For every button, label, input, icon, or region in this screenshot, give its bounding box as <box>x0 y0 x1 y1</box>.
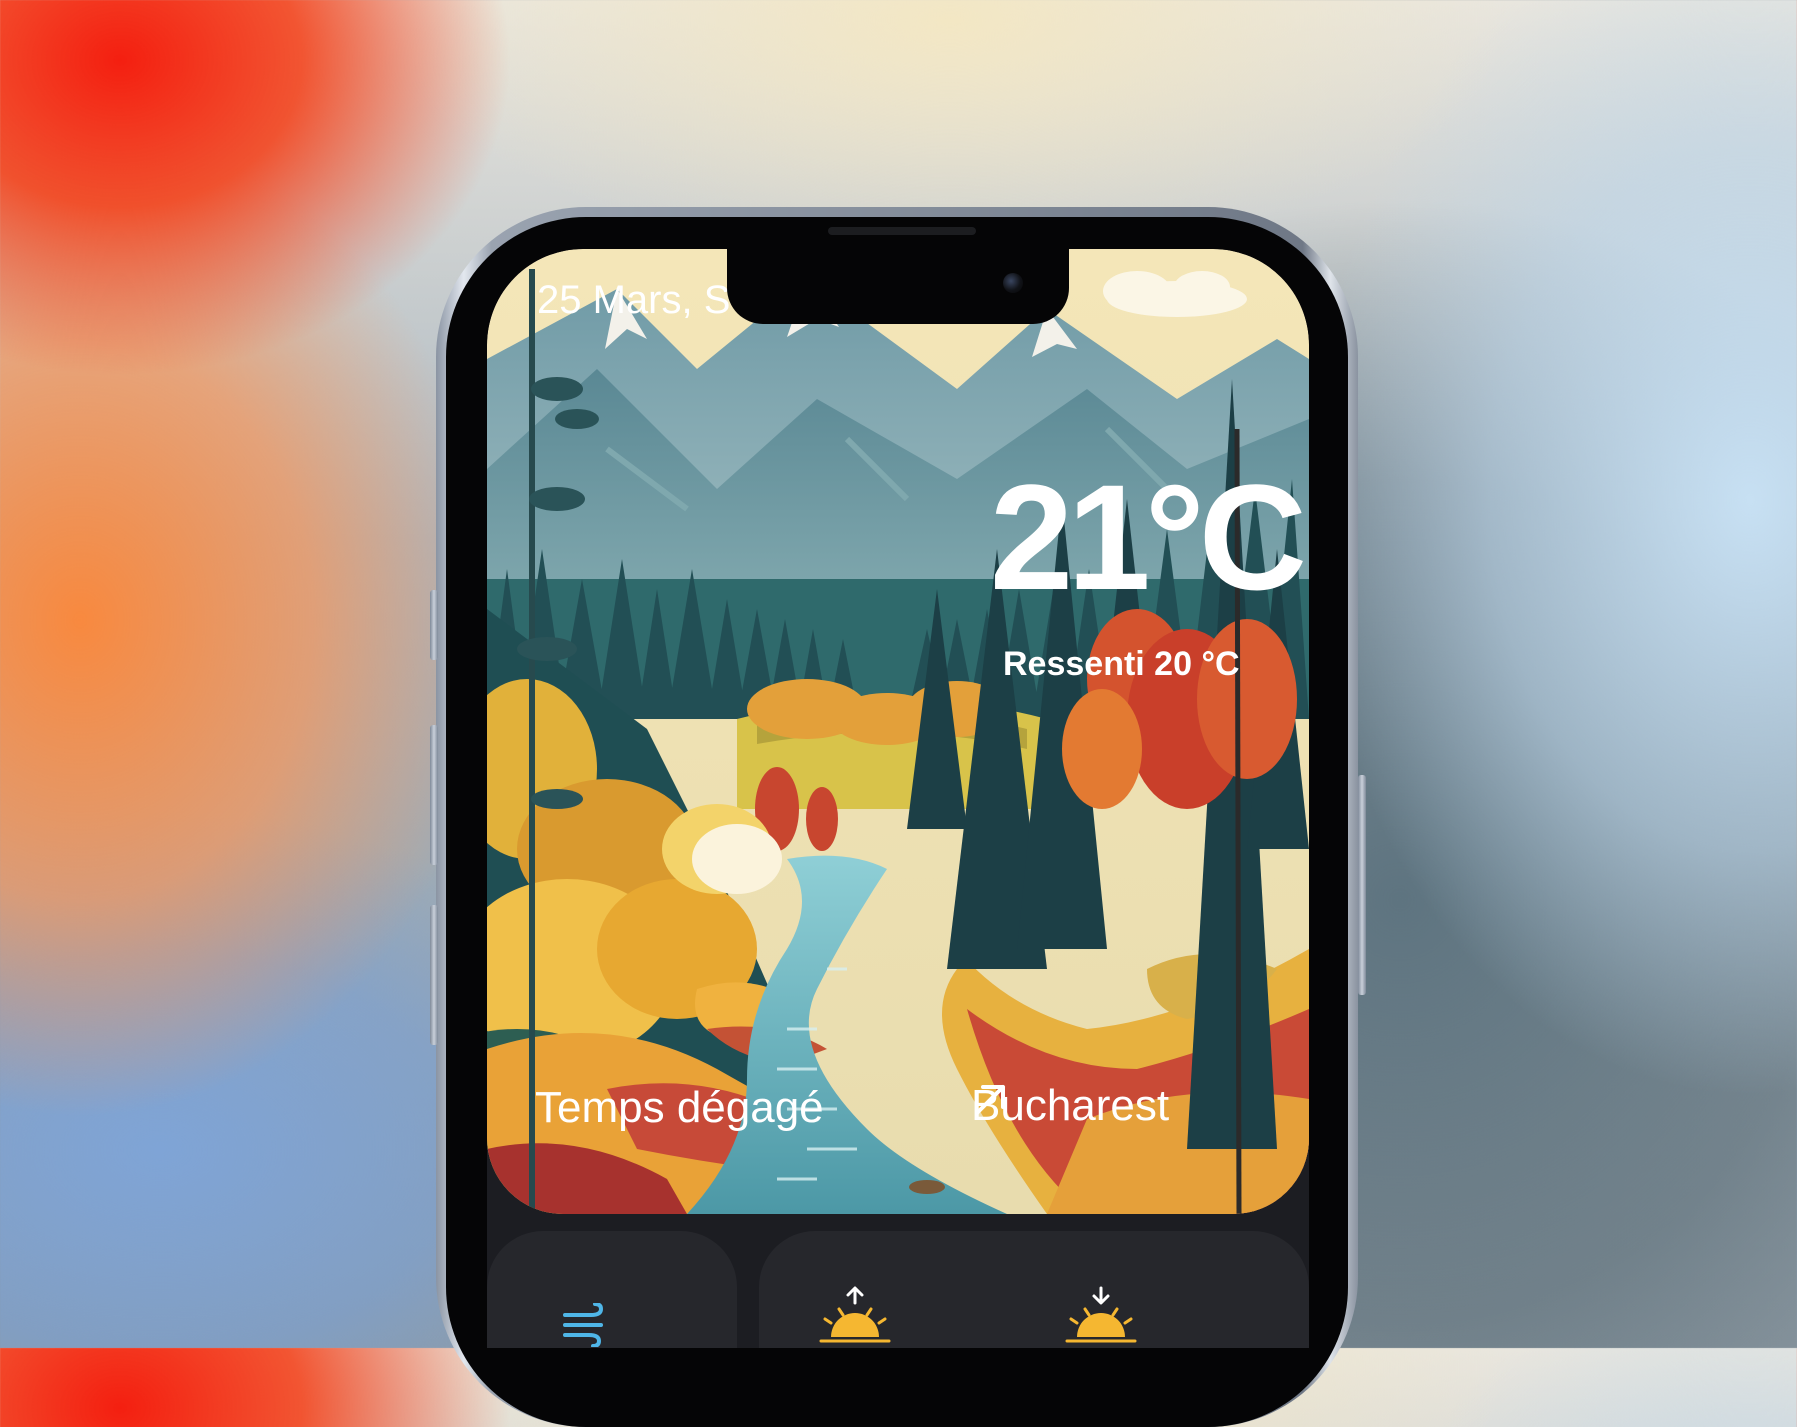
sun-times-card[interactable] <box>759 1231 1309 1348</box>
volume-up-button <box>430 725 438 865</box>
feels-like-label: Ressenti 20 °C <box>1003 645 1240 683</box>
volume-down-button <box>430 905 438 1045</box>
notch <box>727 249 1069 324</box>
sunrise-icon <box>819 1286 891 1343</box>
weather-hero-card: 25 Mars, S 21°C Ressenti 20 °C Temps dég… <box>487 249 1309 1214</box>
earpiece-speaker <box>828 227 976 235</box>
sunset-icon <box>1065 1286 1137 1343</box>
wind-card[interactable] <box>487 1231 737 1348</box>
silent-switch <box>430 590 438 660</box>
app-screen: 25 Mars, S 21°C Ressenti 20 °C Temps dég… <box>487 249 1309 1348</box>
date-label: 25 Mars, S <box>537 278 731 322</box>
arrow-up-right-icon <box>975 1085 1005 1115</box>
power-button <box>1358 775 1366 995</box>
wind-icon <box>563 1303 604 1347</box>
landscape-illustration <box>487 249 1309 1214</box>
condition-label: Temps dégagé <box>535 1083 824 1132</box>
front-camera <box>1003 273 1023 293</box>
temperature-value: 21°C <box>989 453 1307 621</box>
city-link[interactable]: Bucharest <box>971 1081 1169 1131</box>
